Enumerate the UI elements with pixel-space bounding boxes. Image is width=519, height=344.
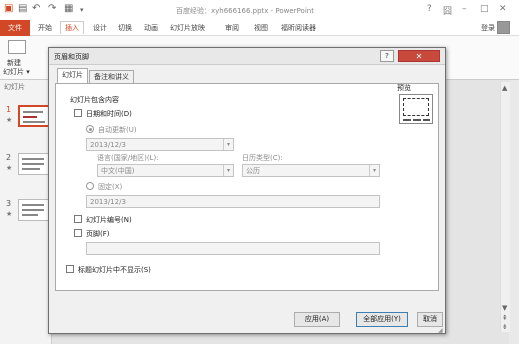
save-icon[interactable]: ▤ (18, 3, 27, 14)
close-window-button[interactable]: ✕ (499, 4, 507, 14)
tab-view[interactable]: 视图 (254, 23, 268, 33)
tab-slideshow[interactable]: 幻灯片放映 (170, 23, 205, 33)
fixed-date-radio[interactable] (86, 182, 94, 190)
tab-insert[interactable]: 插入 (60, 21, 84, 34)
calendar-type-label: 日历类型(C): (242, 154, 283, 162)
customize-quick-access-icon[interactable]: ▾ (80, 6, 84, 14)
resize-grip-icon[interactable]: ◢ (438, 327, 443, 334)
date-time-checkbox[interactable] (74, 109, 82, 117)
new-slide-icon[interactable] (8, 40, 26, 54)
maximize-button[interactable]: □ (480, 4, 489, 14)
footer-checkbox[interactable] (74, 229, 82, 237)
document-title: 百度经验：xyh666166.pptx - PowerPoint (176, 7, 314, 15)
apply-to-all-button[interactable]: 全部应用(Y) (356, 312, 408, 327)
tab-animations[interactable]: 动画 (144, 23, 158, 33)
tab-notes-handouts[interactable]: 备注和讲义 (89, 70, 134, 84)
minimize-button[interactable]: – (462, 4, 467, 14)
powerpoint-logo-icon: ▣ (4, 3, 14, 14)
no-title-slide-checkbox[interactable] (66, 265, 74, 273)
scroll-down-icon[interactable]: ▼ (502, 304, 507, 312)
slide-number-1: 1 (6, 105, 12, 114)
tab-notes-label: 备注和讲义 (94, 73, 129, 81)
fixed-date-value: 2013/12/3 (90, 198, 126, 206)
help-icon[interactable]: ? (427, 4, 432, 14)
slide-number-checkbox[interactable] (74, 215, 82, 223)
auto-update-radio[interactable] (86, 125, 94, 133)
auto-update-label[interactable]: 自动更新(U) (98, 125, 137, 135)
tab-home[interactable]: 开始 (38, 23, 52, 33)
animation-star-icon: ★ (6, 164, 13, 172)
chevron-down-icon: ▾ (369, 165, 379, 176)
tab-transitions[interactable]: 切换 (118, 23, 132, 33)
slide-thumbnail-pane: 幻灯片 1 ★ 2 ★ 3 ★ (0, 80, 52, 344)
language-value: 中文(中国) (101, 167, 135, 175)
tab-slide-active[interactable]: 幻灯片 (57, 68, 88, 84)
previous-slide-icon[interactable]: ⇞ (502, 314, 508, 322)
slide-thumbnail-2[interactable] (18, 153, 50, 175)
slide-thumbnail-1[interactable] (18, 105, 50, 127)
slide-number-label[interactable]: 幻灯片编号(N) (86, 215, 132, 225)
dialog-title-bar[interactable]: 页眉和页脚 ? ✕ (49, 48, 445, 65)
animation-star-icon: ★ (6, 210, 13, 218)
undo-icon[interactable]: ↶ (32, 3, 40, 14)
preview-box (399, 94, 433, 124)
tab-design[interactable]: 设计 (93, 23, 107, 33)
auto-date-value: 2013/12/3 (90, 141, 126, 149)
login-link[interactable]: 登录 (481, 23, 495, 33)
header-footer-dialog: 页眉和页脚 ? ✕ 幻灯片 幻灯片 备注和讲义 幻灯片包含内容 日期和时间(D)… (48, 47, 446, 334)
cancel-button[interactable]: 取消 (417, 312, 443, 327)
chevron-down-icon: ▾ (223, 139, 233, 150)
ribbon-tab-bar: 开始 插入 设计 切换 动画 幻灯片放映 审阅 视图 福昕阅读器 (0, 20, 519, 36)
fixed-date-input[interactable]: 2013/12/3 (86, 195, 380, 208)
no-title-slide-label[interactable]: 标题幻灯片中不显示(S) (78, 265, 151, 275)
calendar-type-value: 公历 (246, 167, 260, 175)
slide-number-2: 2 (6, 153, 12, 162)
slides-group-label: 幻灯片 (4, 83, 25, 91)
dialog-close-button[interactable]: ✕ (398, 50, 440, 62)
title-bar: ▣ ▤ ↶ ↷ ▦ ▾ 百度经验：xyh666166.pptx - PowerP… (0, 0, 519, 20)
language-label: 语言(国家/地区)(L): (97, 154, 159, 162)
calendar-type-select[interactable]: 公历 ▾ (242, 164, 380, 177)
chevron-down-icon: ▾ (223, 165, 233, 176)
animation-star-icon: ★ (6, 116, 13, 124)
dialog-title: 页眉和页脚 (54, 53, 89, 61)
dialog-help-button[interactable]: ? (380, 50, 394, 62)
new-slide-dropdown[interactable]: 幻灯片 ▾ (3, 67, 30, 77)
next-slide-icon[interactable]: ⇟ (502, 323, 508, 331)
scroll-up-icon[interactable]: ▲ (502, 84, 507, 92)
tab-foxit-reader[interactable]: 福昕阅读器 (281, 23, 316, 33)
vertical-scrollbar[interactable]: ▲ ▼ ⇞ ⇟ (500, 82, 510, 332)
apply-button[interactable]: 应用(A) (294, 312, 340, 327)
fixed-date-label[interactable]: 固定(X) (98, 182, 122, 192)
tab-review[interactable]: 审阅 (225, 23, 239, 33)
slide-number-3: 3 (6, 199, 12, 208)
start-presentation-icon[interactable]: ▦ (64, 3, 73, 14)
auto-date-select[interactable]: 2013/12/3 ▾ (86, 138, 234, 151)
tab-slide-active-label: 幻灯片 (62, 71, 83, 79)
slide-thumbnail-3[interactable] (18, 199, 50, 221)
footer-label[interactable]: 页脚(F) (86, 229, 110, 239)
section-title: 幻灯片包含内容 (70, 96, 119, 104)
slide-tab-panel: 幻灯片包含内容 日期和时间(D) 自动更新(U) 2013/12/3 ▾ 语言(… (55, 83, 439, 291)
date-time-label[interactable]: 日期和时间(D) (86, 109, 132, 119)
redo-icon[interactable]: ↷ (48, 3, 56, 14)
preview-label: 预览 (397, 84, 411, 92)
ribbon-display-options-icon[interactable]: 囧 (443, 4, 452, 17)
footer-text-input[interactable] (86, 242, 380, 255)
language-select[interactable]: 中文(中国) ▾ (97, 164, 234, 177)
tab-file[interactable]: 文件 (0, 20, 30, 36)
avatar[interactable] (497, 21, 510, 34)
